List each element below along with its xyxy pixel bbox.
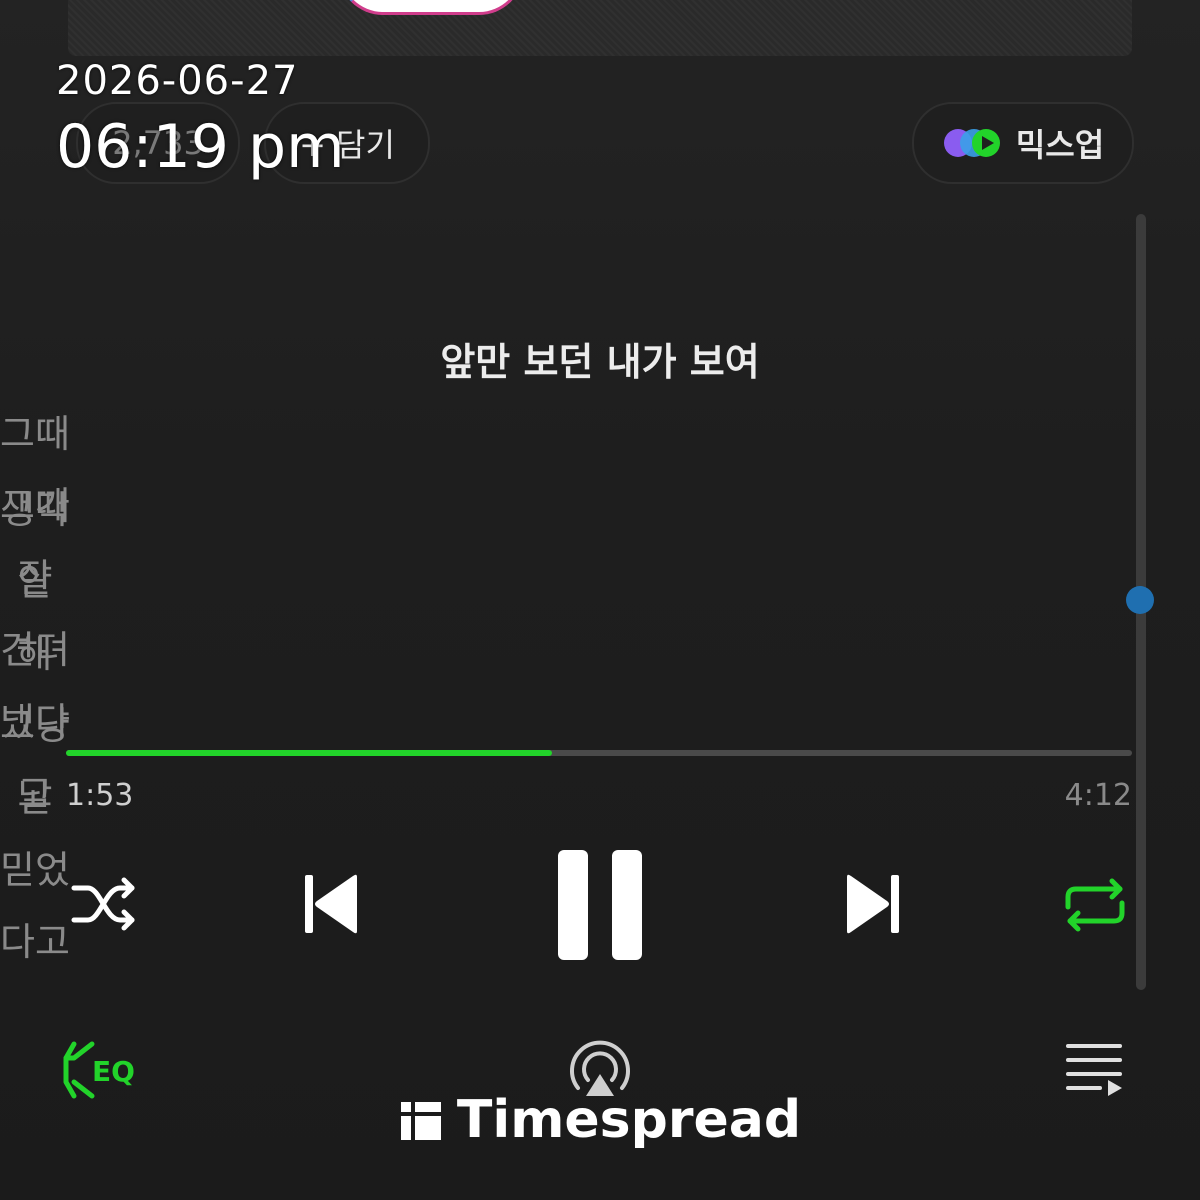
- overlay-date: 2026-06-27: [56, 58, 299, 104]
- mixup-button[interactable]: 믹스업: [912, 102, 1134, 184]
- elapsed-time: 1:53: [66, 778, 134, 813]
- lyric-current: 앞만 보던 내가 보여: [440, 340, 760, 384]
- shuffle-button[interactable]: [70, 872, 140, 936]
- mixup-label: 믹스업: [1015, 126, 1105, 164]
- previous-icon: [305, 874, 357, 934]
- repeat-icon: [1065, 878, 1125, 932]
- watermark-logo-icon: [400, 1102, 441, 1140]
- watermark-text: Timespread: [456, 1090, 802, 1150]
- lyric-next: 생각 안 해 그냥 날 믿었다고: [0, 488, 70, 964]
- total-time: 4:12: [1064, 778, 1132, 813]
- lyrics-scroll-thumb[interactable]: [1126, 586, 1154, 614]
- progress-bar[interactable]: [66, 750, 1132, 756]
- next-icon: [847, 874, 899, 934]
- repeat-button[interactable]: [1060, 872, 1130, 938]
- lyric-next: 그때그때 잘 견뎌냈다고: [0, 412, 70, 816]
- lyrics-panel[interactable]: 앞만 보던 내가 보여 그때그때 잘 견뎌냈다고 생각 안 해 그냥 날 믿었다…: [0, 326, 1200, 964]
- mixup-icon: [942, 125, 1002, 161]
- eq-label: EQ: [92, 1055, 135, 1088]
- watermark: Timespread: [0, 1090, 1200, 1150]
- album-art: [68, 0, 1132, 56]
- progress-fill: [66, 750, 553, 756]
- previous-button[interactable]: [296, 866, 366, 942]
- overlay-time: 06:19 pm: [56, 112, 345, 182]
- next-button[interactable]: [838, 866, 908, 942]
- shuffle-icon: [71, 877, 135, 931]
- pause-icon: [558, 850, 642, 960]
- pause-button[interactable]: [552, 846, 648, 964]
- album-logo: [338, 0, 524, 15]
